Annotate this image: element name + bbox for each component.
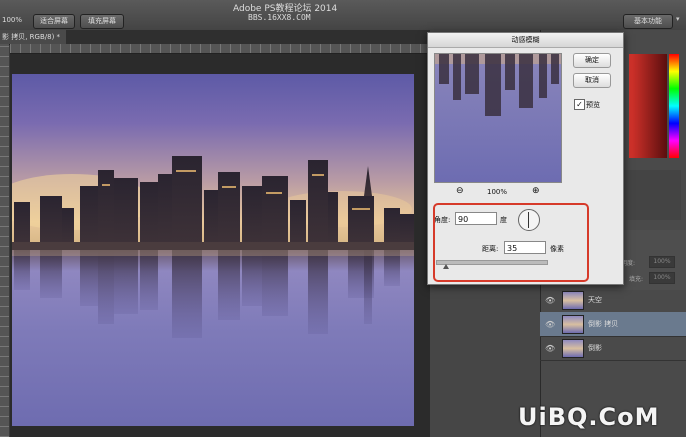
preview-zoom-value: 100% <box>487 188 508 196</box>
skyline-illustration <box>12 156 414 338</box>
opacity-value[interactable]: 100% <box>649 256 675 268</box>
watermark: UiBQ.CoM <box>518 403 660 431</box>
layer-name: 倒影 <box>588 344 602 352</box>
ok-button[interactable]: 确定 <box>573 53 611 68</box>
zoom-in-icon[interactable]: ⊕ <box>532 186 540 196</box>
preview-image <box>435 54 561 116</box>
layer-row-selected[interactable]: 👁 倒影 拷贝 <box>540 312 686 337</box>
preview-checkbox[interactable]: ✓ <box>574 99 585 110</box>
workspace-select[interactable]: 基本功能 <box>623 14 673 29</box>
layer-thumbnail <box>562 339 584 358</box>
fill-label: 填充: <box>629 276 644 283</box>
window-subtitle: BBS.16XX8.COM <box>248 13 311 22</box>
zoom-out-icon[interactable]: ⊖ <box>456 186 464 196</box>
layer-row[interactable]: 👁 倒影 <box>540 336 686 361</box>
color-field[interactable] <box>629 54 667 158</box>
hue-slider[interactable] <box>669 54 679 158</box>
layer-name: 天空 <box>588 296 602 304</box>
fit-screen-button[interactable]: 适合屏幕 <box>33 14 75 29</box>
cancel-button[interactable]: 取消 <box>573 73 611 88</box>
eye-icon[interactable]: 👁 <box>545 320 555 329</box>
fill-value[interactable]: 100% <box>649 272 675 284</box>
eye-icon[interactable]: 👁 <box>545 344 555 353</box>
layer-row[interactable]: 👁 天空 <box>540 288 686 313</box>
highlight-box <box>433 203 589 282</box>
eye-icon[interactable]: 👁 <box>545 296 555 305</box>
dialog-title: 动感模糊 <box>428 33 623 48</box>
document-tab-bar: 影 拷贝, RGB/8) * <box>0 30 430 45</box>
adjustments-area <box>621 170 681 220</box>
vertical-ruler <box>0 44 9 437</box>
chevron-down-icon[interactable]: ▾ <box>676 15 680 23</box>
application-bar: Adobe PS教程论坛 2014 BBS.16XX8.COM 100% 适合屏… <box>0 0 686 31</box>
layer-thumbnail <box>562 291 584 310</box>
preview-label: 预览 <box>586 101 600 109</box>
document-tab[interactable]: 影 拷贝, RGB/8) * <box>0 30 67 44</box>
layer-thumbnail <box>562 315 584 334</box>
fill-screen-button[interactable]: 填充屏幕 <box>80 14 124 29</box>
document-image[interactable] <box>12 74 414 426</box>
layer-name: 倒影 拷贝 <box>588 320 619 328</box>
horizontal-ruler <box>10 44 430 54</box>
blur-preview[interactable] <box>434 53 562 183</box>
zoom-value[interactable]: 100% <box>2 14 22 27</box>
